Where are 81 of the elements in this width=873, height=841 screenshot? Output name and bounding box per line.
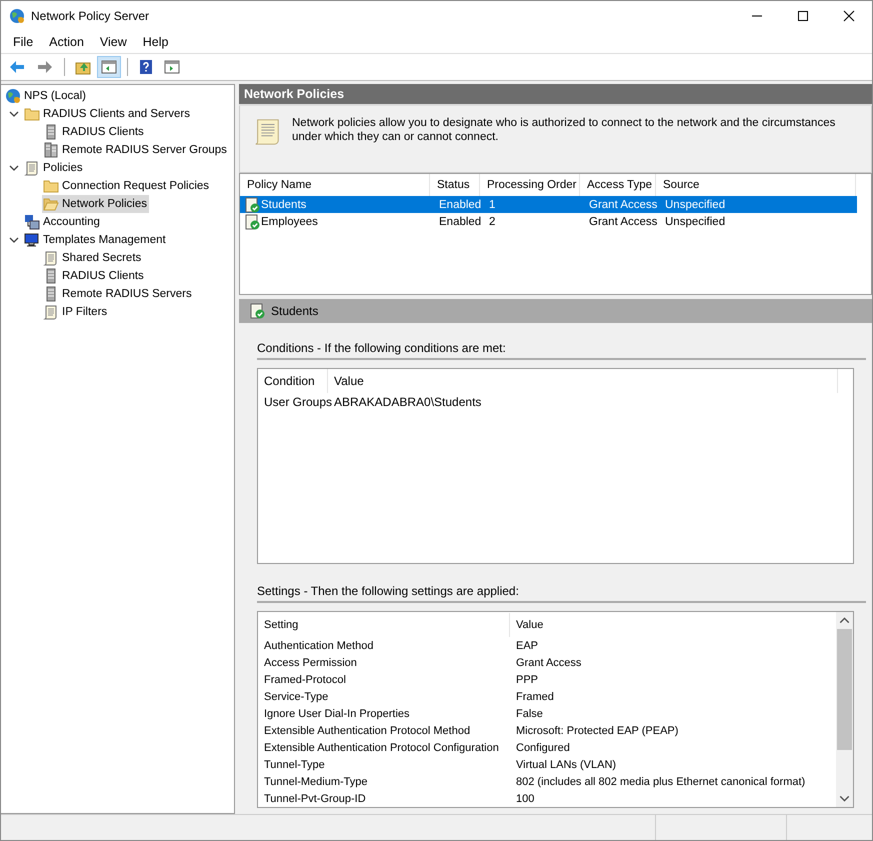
- tree-item[interactable]: Network Policies: [42, 195, 149, 213]
- scrollbar[interactable]: [836, 612, 853, 807]
- scroll-icon: [43, 250, 59, 266]
- table-cell-text: Students: [260, 198, 308, 210]
- table-cell-text: Framed-Protocol: [263, 674, 347, 686]
- tree-item[interactable]: NPS (Local): [1, 87, 234, 105]
- table-cell-text: Employees: [260, 216, 319, 228]
- table-cell-text: Service-Type: [263, 690, 330, 702]
- table-cell-text: Grant Access: [588, 216, 658, 228]
- section-title: Settings - Then the following settings are applied:: [257, 584, 866, 603]
- tree-button[interactable]: [97, 56, 121, 78]
- table-cell-text: Access Permission: [263, 656, 358, 668]
- section-title: Conditions - If the following conditions are met:: [257, 341, 866, 360]
- table-cell-text: Extensible Authentication Protocol Method: [263, 724, 472, 736]
- network-icon: [24, 214, 40, 230]
- menu-item[interactable]: View: [92, 33, 135, 51]
- monitor-icon: [24, 232, 40, 248]
- description-text: Network policies allow you to designate who is authorized to connect to the network and the circumstances under which they can or cannot connect.: [292, 116, 836, 145]
- tree-item[interactable]: Remote RADIUS Servers: [42, 285, 194, 303]
- table-cell-text: Enabled: [438, 216, 482, 228]
- table-cell-text: Configured: [515, 742, 571, 754]
- table-cell-text: Tunnel-Pvt-Group-ID: [263, 792, 367, 804]
- table-cell-text: Unspecified: [664, 216, 726, 228]
- details-title: Students: [271, 304, 318, 318]
- menu-item[interactable]: Help: [134, 33, 176, 51]
- expander-icon[interactable]: [9, 163, 19, 173]
- forward-arrow-icon: [36, 59, 54, 75]
- tree-item[interactable]: Policies: [23, 159, 85, 177]
- tree-item[interactable]: Accounting: [23, 213, 102, 231]
- policy-row[interactable]: Employees Enabled 2 Grant Access Unspecified: [240, 213, 857, 230]
- expander-icon[interactable]: [9, 235, 19, 245]
- globe-icon: [5, 88, 21, 104]
- expander-icon[interactable]: [9, 109, 19, 119]
- menu-item[interactable]: Action: [41, 33, 92, 51]
- table-cell-text: Enabled: [438, 198, 482, 210]
- table-cell-text: PPP: [515, 674, 540, 686]
- policy-icon: [244, 214, 260, 230]
- tree-item[interactable]: Remote RADIUS Server Groups: [42, 141, 229, 159]
- folder-open-icon: [43, 196, 59, 212]
- policy-icon: [244, 196, 260, 212]
- table-cell-text: Tunnel-Type: [263, 758, 326, 770]
- table-cell-text: Extensible Authentication Protocol Configuration: [263, 742, 500, 754]
- tree-item[interactable]: Templates Management: [23, 231, 168, 249]
- column-header[interactable]: Value: [328, 369, 838, 393]
- panel-title: Network Policies: [244, 87, 344, 101]
- tree-item[interactable]: Shared Secrets: [42, 249, 144, 267]
- pane-right-icon: [164, 59, 180, 75]
- pane-left-icon: [101, 59, 117, 75]
- table-cell-text: 100: [515, 792, 536, 804]
- window-title: Network Policy Server: [31, 9, 150, 23]
- table-cell-text: Framed: [515, 690, 555, 702]
- table-cell-text: Authentication Method: [263, 640, 374, 652]
- scroll-icon: [24, 160, 40, 176]
- help-icon: [138, 59, 154, 75]
- table-cell-text: Tunnel-Medium-Type: [263, 776, 369, 788]
- back-arrow-icon: [8, 59, 26, 75]
- tree-item[interactable]: Connection Request Policies: [42, 177, 212, 195]
- table-cell-text: 2: [488, 216, 496, 228]
- table-cell-text: False: [515, 708, 544, 720]
- tree-item[interactable]: RADIUS Clients: [42, 267, 146, 285]
- table-cell-text: Virtual LANs (VLAN): [515, 758, 618, 770]
- table-cell-text: Microsoft: Protected EAP (PEAP): [515, 724, 680, 736]
- servers-icon: [43, 142, 59, 158]
- table-cell-text: Unspecified: [664, 198, 726, 210]
- table-cell-text: Ignore User Dial-In Properties: [263, 708, 411, 720]
- scroll-icon: [43, 304, 59, 320]
- table-cell-text: Grant Access: [515, 656, 582, 668]
- tree-item[interactable]: RADIUS Clients: [42, 123, 146, 141]
- table-cell-text: 1: [488, 198, 496, 210]
- column-header[interactable]: Setting: [258, 612, 510, 636]
- menu-item[interactable]: File: [5, 33, 42, 51]
- policy-icon: [249, 303, 265, 319]
- table-cell-text: EAP: [515, 640, 540, 652]
- globe-icon: [9, 8, 25, 24]
- tree-item[interactable]: IP Filters: [42, 303, 110, 321]
- table-cell-text: 802 (includes all 802 media plus Ethernet canonical format): [515, 776, 806, 788]
- table-cell-text: Grant Access: [588, 198, 658, 210]
- policy-row[interactable]: Students Enabled 1 Grant Access Unspecified: [240, 196, 857, 213]
- column-header[interactable]: Condition: [258, 369, 328, 393]
- folder-icon: [24, 106, 40, 122]
- tree-item[interactable]: RADIUS Clients and Servers: [23, 105, 192, 123]
